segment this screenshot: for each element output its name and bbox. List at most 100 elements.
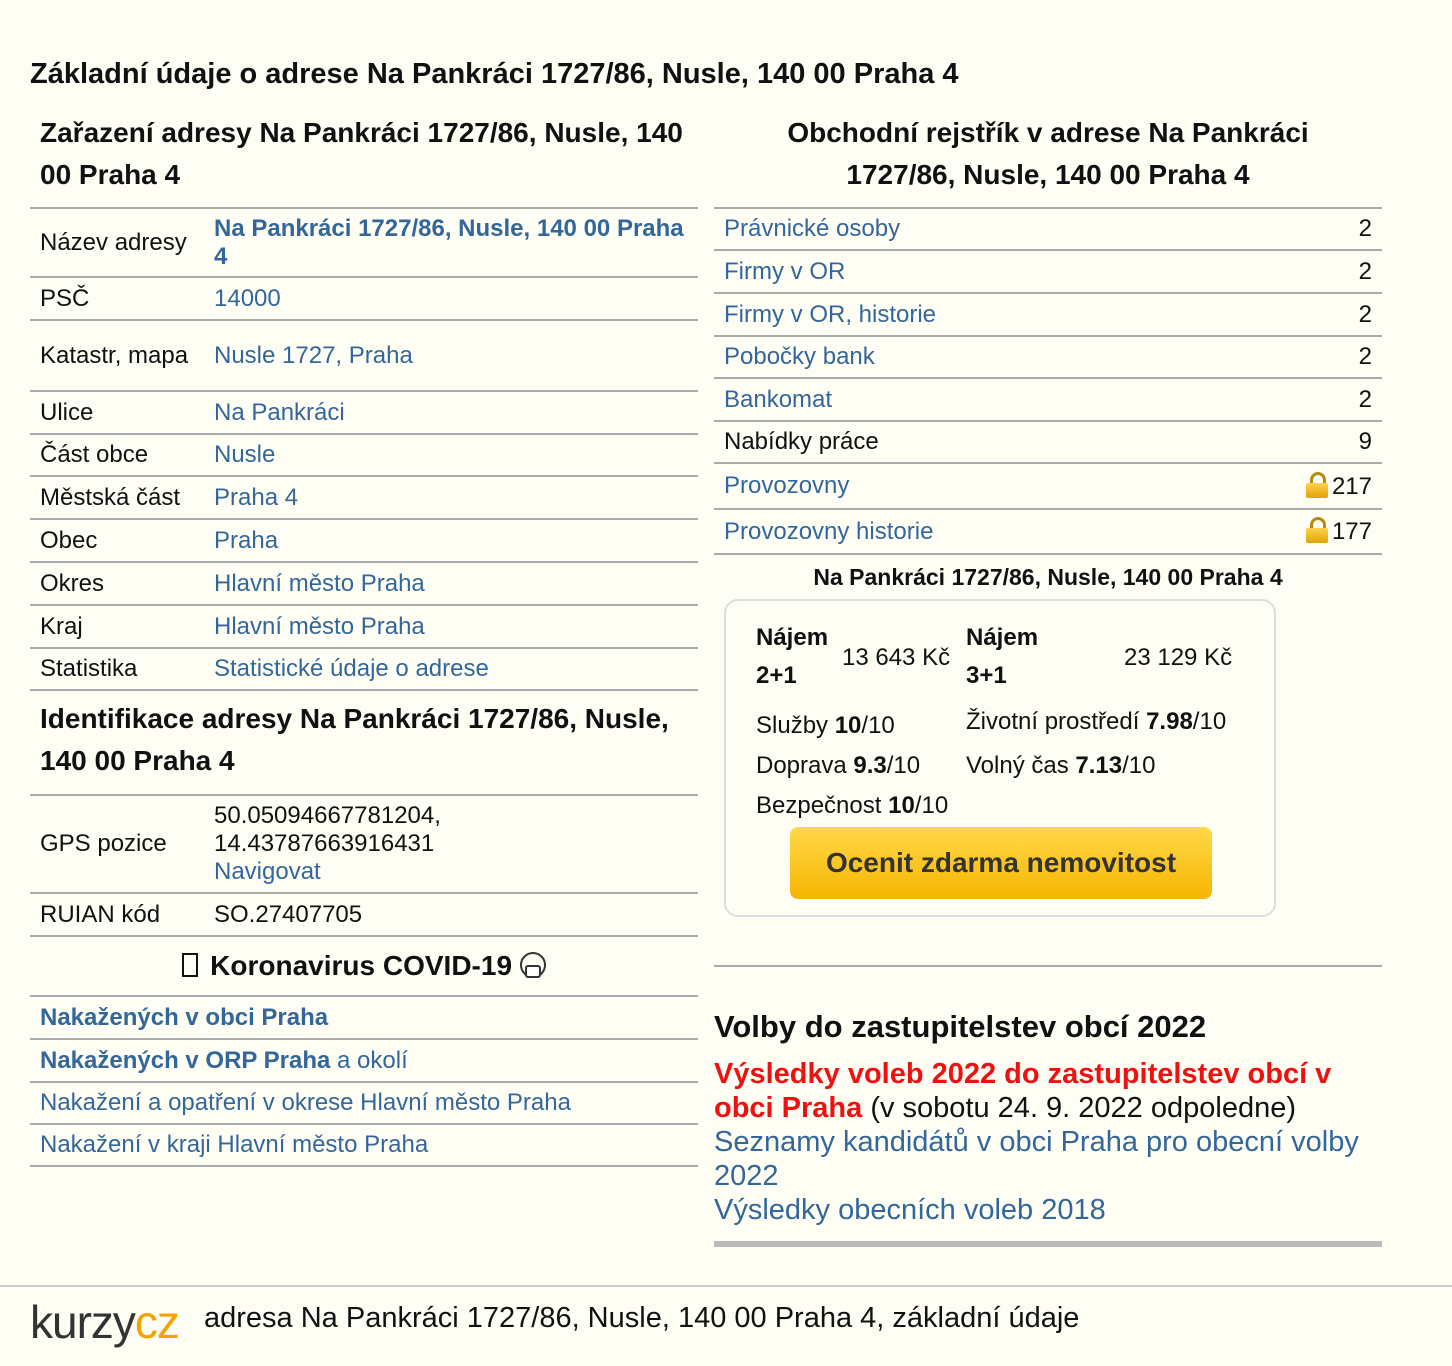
table-row: Okres Hlavní město Praha: [30, 562, 698, 606]
register-link[interactable]: Bankomat: [724, 386, 832, 413]
right-column: Obchodní rejstřík v adrese Na Pankráci 1…: [714, 112, 1382, 1247]
divider: [714, 1241, 1382, 1247]
register-link[interactable]: Právnické osoby: [724, 215, 900, 242]
row-label: Kraj: [30, 605, 204, 649]
statistics-link[interactable]: Statistické údaje o adrese: [214, 655, 489, 682]
table-row: Právnické osoby 2: [714, 208, 1382, 251]
score-services: Služby 10/10: [756, 712, 895, 739]
business-register-table: Právnické osoby 2 Firmy v OR 2 Firmy v O…: [714, 207, 1382, 555]
register-link[interactable]: Firmy v OR: [724, 258, 845, 285]
covid-link-okres[interactable]: Nakažení a opatření v okrese Hlavní měst…: [40, 1089, 571, 1116]
zarazeni-heading: Zařazení adresy Na Pankráci 1727/86, Nus…: [40, 117, 683, 190]
row-label: Název adresy: [30, 208, 204, 278]
row-label: PSČ: [30, 277, 204, 321]
results-2018-link[interactable]: Výsledky obecních voleb 2018: [714, 1194, 1106, 1226]
lock-icon: [1305, 471, 1328, 498]
kurzy-logo[interactable]: kurzycz: [30, 1295, 180, 1349]
row-label: Městská část: [30, 476, 204, 520]
okres-link[interactable]: Hlavní město Praha: [214, 570, 425, 597]
rent1-label: Nájem 2+1: [756, 619, 828, 695]
part-link[interactable]: Nusle: [214, 441, 275, 468]
address-name-link[interactable]: Na Pankráci 1727/86, Nusle, 140 00 Praha…: [214, 215, 684, 270]
list-item: Nakažení a opatření v okrese Hlavní měst…: [30, 1083, 698, 1125]
list-item: Nakažení v kraji Hlavní město Praha: [30, 1125, 698, 1167]
elections-block: Výsledky voleb 2022 do zastupitelstev ob…: [714, 1057, 1382, 1227]
rent2-value: 23 129 Kč: [1124, 644, 1233, 671]
table-row: Bankomat 2: [714, 378, 1382, 422]
row-label: Statistika: [30, 648, 204, 691]
ruian-value: SO.27407705: [204, 893, 698, 937]
identifikace-heading: Identifikace adresy Na Pankráci 1727/86,…: [40, 703, 669, 776]
register-count: 9: [1201, 421, 1382, 464]
row-label: Okres: [30, 562, 204, 606]
table-row: RUIAN kód SO.27407705: [30, 893, 698, 937]
table-row: Nabídky práce 9: [714, 421, 1382, 464]
street-link[interactable]: Na Pankráci: [214, 399, 345, 426]
property-address: Na Pankráci 1727/86, Nusle, 140 00 Praha…: [813, 564, 1283, 590]
table-row: Ulice Na Pankráci: [30, 391, 698, 435]
register-count: 217: [1331, 472, 1372, 500]
row-label: Ulice: [30, 391, 204, 435]
lock-icon: [1305, 517, 1328, 543]
register-count: 2: [1201, 378, 1382, 422]
candidates-link[interactable]: Seznamy kandidátů v obci Praha pro obecn…: [714, 1126, 1359, 1192]
covid-link-orp[interactable]: Nakažených v ORP Praha: [40, 1047, 330, 1074]
register-label: Nabídky práce: [714, 421, 1202, 464]
navigate-link[interactable]: Navigovat: [214, 858, 321, 885]
rent2-label: Nájem 3+1: [966, 619, 1038, 695]
elections-heading: Volby do zastupitelstev obcí 2022: [714, 1009, 1207, 1044]
election-results-note: (v sobotu 24. 9. 2022 odpoledne): [862, 1092, 1296, 1124]
register-link[interactable]: Pobočky bank: [724, 343, 875, 370]
rent2-label-b: 3+1: [966, 662, 1007, 689]
rent1-value: 13 643 Kč: [842, 644, 951, 671]
covid-link-kraj[interactable]: Nakažení v kraji Hlavní město Praha: [40, 1131, 428, 1158]
table-row: Firmy v OR, historie 2: [714, 293, 1382, 337]
covid-link-suffix: a okolí: [330, 1047, 408, 1074]
register-link[interactable]: Provozovny historie: [724, 518, 933, 545]
psc-link[interactable]: 14000: [214, 285, 281, 312]
covid-heading: Koronavirus COVID-19: [30, 937, 698, 997]
register-link[interactable]: Provozovny: [724, 472, 849, 499]
left-column: Zařazení adresy Na Pankráci 1727/86, Nus…: [30, 112, 698, 1167]
score-leisure: Volný čas 7.13/10: [966, 752, 1156, 779]
face-mask-icon: [519, 952, 546, 978]
table-row: Firmy v OR 2: [714, 250, 1382, 294]
table-row: Městská část Praha 4: [30, 476, 698, 520]
kraj-link[interactable]: Hlavní město Praha: [214, 613, 425, 640]
register-count: 2: [1201, 336, 1382, 379]
rent2-label-a: Nájem: [966, 624, 1039, 651]
gps-longitude: 14.43787663916431: [214, 830, 435, 857]
score-environment: Životní prostředí 7.98/10: [966, 708, 1227, 735]
table-row: Katastr, mapa Nusle 1727, Praha: [30, 320, 698, 392]
row-label: Katastr, mapa: [30, 320, 204, 392]
table-row: Obec Praha: [30, 519, 698, 563]
municipality-link[interactable]: Praha: [214, 527, 278, 554]
table-row: Část obce Nusle: [30, 434, 698, 477]
rent1-label-b: 2+1: [756, 662, 797, 689]
table-row: Statistika Statistické údaje o adrese: [30, 648, 698, 691]
district-link[interactable]: Praha 4: [214, 484, 298, 511]
register-count: 177: [1331, 518, 1372, 545]
row-label: GPS pozice: [30, 795, 204, 894]
list-item: Nakažených v ORP Praha a okolí: [30, 1040, 698, 1083]
covid-link-obec[interactable]: Nakažených v obci Praha: [40, 1004, 328, 1031]
covid-title: Koronavirus COVID-19: [210, 950, 513, 981]
placeholder-glyph-icon: [182, 953, 199, 977]
register-count: 2: [1201, 208, 1382, 251]
row-label: Část obce: [30, 434, 204, 477]
list-item: Nakažených v obci Praha: [30, 997, 698, 1040]
register-link[interactable]: Firmy v OR, historie: [724, 301, 936, 328]
register-count: 2: [1201, 250, 1382, 294]
rent1-label-a: Nájem: [756, 624, 829, 651]
table-row: Název adresy Na Pankráci 1727/86, Nusle,…: [30, 208, 698, 278]
evaluate-property-button[interactable]: Ocenit zdarma nemovitost: [790, 827, 1212, 899]
address-classification-table: Název adresy Na Pankráci 1727/86, Nusle,…: [30, 207, 698, 691]
katastr-link[interactable]: Nusle 1727, Praha: [214, 342, 413, 369]
row-label: RUIAN kód: [30, 893, 204, 937]
identification-table: GPS pozice 50.05094667781204, 14.4378766…: [30, 794, 698, 937]
table-row: Provozovny 217: [714, 463, 1382, 510]
row-label: Obec: [30, 519, 204, 563]
gps-latitude: 50.05094667781204,: [214, 802, 441, 829]
table-row: PSČ 14000: [30, 277, 698, 321]
footer-text: adresa Na Pankráci 1727/86, Nusle, 140 0…: [204, 1302, 1080, 1334]
